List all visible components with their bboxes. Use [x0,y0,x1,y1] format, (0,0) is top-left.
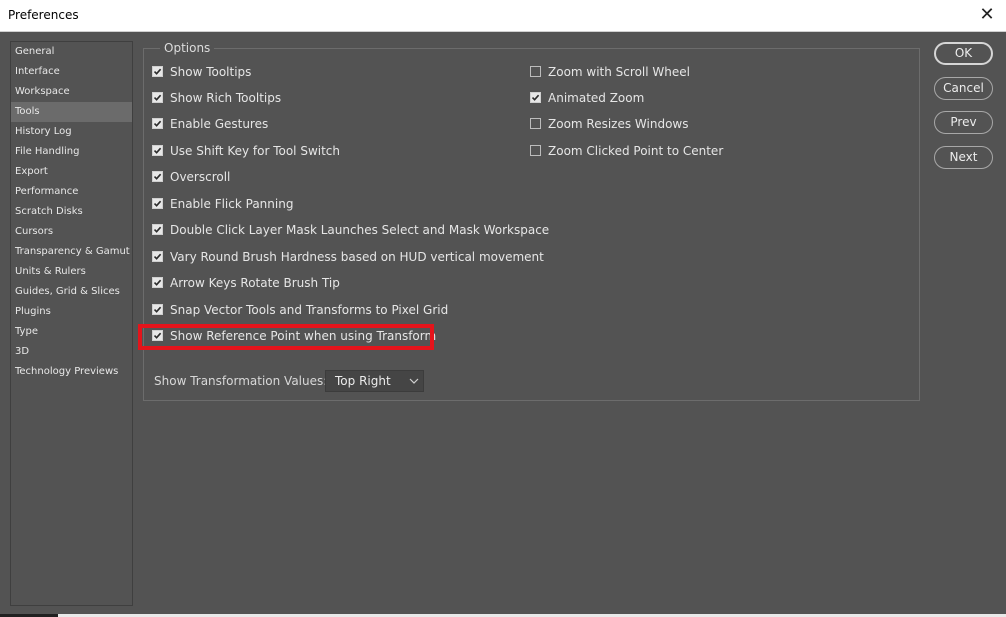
option-label: Arrow Keys Rotate Brush Tip [170,276,340,290]
sidebar-item-units-rulers[interactable]: Units & Rulers [11,262,132,282]
option-label: Overscroll [170,170,231,184]
option-label: Show Rich Tooltips [170,91,282,105]
window-title: Preferences [8,8,79,22]
sidebar-item-3d[interactable]: 3D [11,342,132,362]
checkbox-enable-gestures[interactable] [152,118,163,129]
option-label: Animated Zoom [548,91,645,105]
checkbox-vary-round-brush-hardness[interactable] [152,251,163,262]
checkbox-show-rich-tooltips[interactable] [152,92,163,103]
sidebar-item-workspace[interactable]: Workspace [11,82,132,102]
sidebar-item-transparency-gamut[interactable]: Transparency & Gamut [11,242,132,262]
sidebar-item-export[interactable]: Export [11,162,132,182]
sidebar-item-technology-previews[interactable]: Technology Previews [11,362,132,382]
checkbox-snap-vector-tools[interactable] [152,304,163,315]
sidebar-item-type[interactable]: Type [11,322,132,342]
option-label: Zoom Resizes Windows [548,117,689,131]
checkbox-show-tooltips[interactable] [152,66,163,77]
option-label: Zoom with Scroll Wheel [548,65,690,79]
chevron-down-icon [409,378,419,384]
sidebar-item-interface[interactable]: Interface [11,62,132,82]
sidebar-item-history-log[interactable]: History Log [11,122,132,142]
option-label: Use Shift Key for Tool Switch [170,144,341,158]
option-label: Snap Vector Tools and Transforms to Pixe… [170,303,449,317]
close-icon[interactable]: ✕ [974,3,1000,27]
options-group-title: Options [160,41,215,55]
sidebar-item-performance[interactable]: Performance [11,182,132,202]
sidebar-item-cursors[interactable]: Cursors [11,222,132,242]
sidebar-item-guides-grid-slices[interactable]: Guides, Grid & Slices [11,282,132,302]
option-label: Enable Gestures [170,117,269,131]
selected-value: Top Right [335,374,391,388]
checkbox-zoom-clicked-point[interactable] [530,145,541,156]
sidebar-item-tools[interactable]: Tools [11,102,132,122]
sidebar-item-scratch-disks[interactable]: Scratch Disks [11,202,132,222]
preferences-dialog: Preferences ✕ General Interface Workspac… [0,0,1006,617]
option-label: Double Click Layer Mask Launches Select … [170,223,550,237]
checkbox-animated-zoom[interactable] [530,92,541,103]
checkbox-overscroll[interactable] [152,171,163,182]
checkbox-arrow-keys-rotate-brush[interactable] [152,277,163,288]
checkbox-zoom-with-scroll-wheel[interactable] [530,66,541,77]
sidebar-item-plugins[interactable]: Plugins [11,302,132,322]
title-bar: Preferences ✕ [0,0,1006,32]
checkbox-enable-flick-panning[interactable] [152,198,163,209]
option-label: Zoom Clicked Point to Center [548,144,724,158]
option-label: Vary Round Brush Hardness based on HUD v… [170,250,544,264]
ok-button[interactable]: OK [934,42,993,65]
checkbox-double-click-layer-mask[interactable] [152,224,163,235]
sidebar-item-general[interactable]: General [11,42,132,62]
next-button[interactable]: Next [934,146,993,169]
checkbox-zoom-resizes-windows[interactable] [530,118,541,129]
option-label: Show Tooltips [170,65,252,79]
preferences-sidebar: General Interface Workspace Tools Histor… [10,41,133,606]
transformation-values-label: Show Transformation Values: [154,374,328,388]
red-highlight-box [138,324,434,350]
cancel-button[interactable]: Cancel [934,77,993,100]
sidebar-item-file-handling[interactable]: File Handling [11,142,132,162]
prev-button[interactable]: Prev [934,111,993,134]
option-label: Enable Flick Panning [170,197,294,211]
checkbox-use-shift-key[interactable] [152,145,163,156]
transformation-values-select[interactable]: Top Right [325,370,424,392]
